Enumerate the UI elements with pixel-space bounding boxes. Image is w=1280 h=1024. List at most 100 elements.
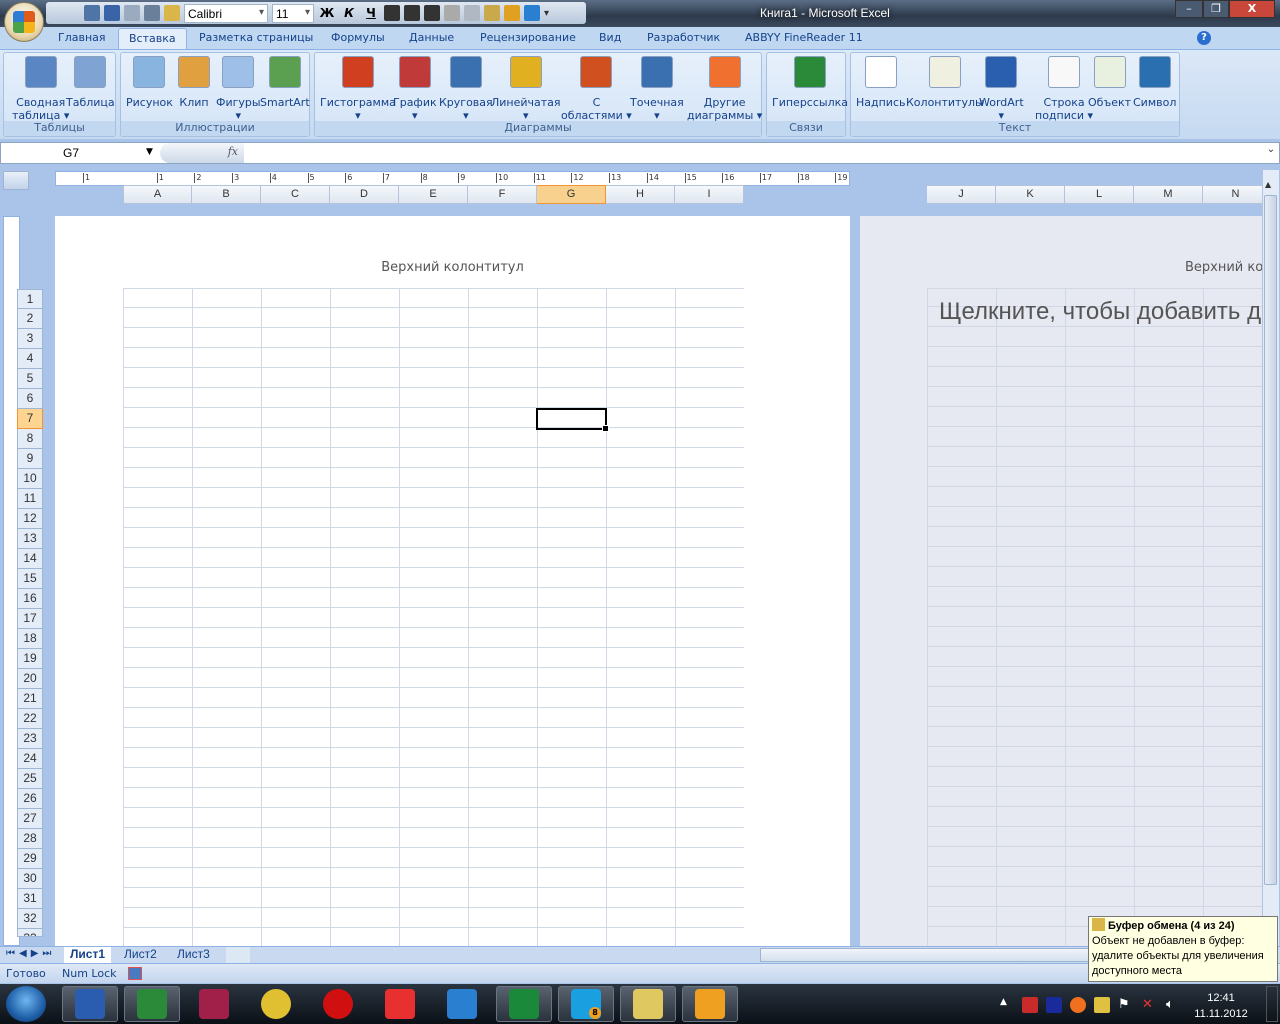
tray-app-icon[interactable]: [1022, 997, 1038, 1013]
tray-network-agent-icon[interactable]: [1046, 997, 1062, 1013]
cell-grid-page-2[interactable]: [927, 288, 1262, 946]
row-header-26[interactable]: 26: [17, 789, 43, 809]
help-icon[interactable]: ?: [1197, 31, 1211, 45]
redo-icon[interactable]: [124, 5, 140, 21]
show-hidden-icons[interactable]: ▲: [1000, 997, 1007, 1007]
column-header-A[interactable]: A: [123, 185, 192, 204]
row-header-21[interactable]: 21: [17, 689, 43, 709]
chart-icon[interactable]: [464, 5, 480, 21]
group-label[interactable]: Связи: [767, 121, 845, 136]
tab-formulas[interactable]: Формулы: [331, 31, 385, 44]
ribbon-button-tables-0[interactable]: Сводная таблица ▾: [12, 56, 69, 122]
vertical-scroll-thumb[interactable]: [1264, 195, 1277, 885]
ribbon-button-charts-6[interactable]: Другие диаграммы ▾: [687, 56, 762, 122]
ribbon-button-links-0[interactable]: Гиперссылка: [772, 56, 848, 109]
taskbar-mail[interactable]: [434, 986, 490, 1022]
font-name-select[interactable]: Calibri: [184, 3, 268, 23]
close-button[interactable]: X: [1229, 0, 1275, 18]
sheet-tab-2[interactable]: Лист2: [118, 947, 163, 963]
row-header-32[interactable]: 32: [17, 909, 43, 929]
ribbon-button-tables-1[interactable]: Таблица: [66, 56, 115, 109]
ribbon-button-charts-1[interactable]: График ▾: [393, 56, 437, 122]
ribbon-button-text-4[interactable]: Объект: [1088, 56, 1131, 109]
select-all-button[interactable]: [3, 171, 29, 190]
row-header-14[interactable]: 14: [17, 549, 43, 569]
row-header-10[interactable]: 10: [17, 469, 43, 489]
italic-button[interactable]: К: [340, 6, 358, 20]
taskbar-chrome[interactable]: [248, 986, 304, 1022]
group-label[interactable]: Таблицы: [4, 121, 115, 136]
tray-folder-icon[interactable]: [1094, 997, 1110, 1013]
group-label[interactable]: Диаграммы: [315, 121, 761, 136]
row-header-13[interactable]: 13: [17, 529, 43, 549]
row-header-20[interactable]: 20: [17, 669, 43, 689]
ribbon-button-text-3[interactable]: Строка подписи ▾: [1035, 56, 1093, 122]
sheet-nav-icons[interactable]: ⏮◀▶⏭: [6, 948, 55, 959]
align-center-icon[interactable]: [404, 5, 420, 21]
row-header-4[interactable]: 4: [17, 349, 43, 369]
ribbon-button-charts-0[interactable]: Гистограмма ▾: [320, 56, 396, 122]
tab-insert[interactable]: Вставка: [118, 28, 187, 51]
add-data-prompt[interactable]: Щелкните, чтобы добавить данные: [939, 298, 1262, 326]
taskbar-yandex[interactable]: [372, 986, 428, 1022]
action-center-flag-icon[interactable]: ⚑: [1118, 997, 1134, 1013]
row-header-15[interactable]: 15: [17, 569, 43, 589]
insert-function-button[interactable]: fx: [160, 143, 244, 163]
ribbon-button-illustrations-2[interactable]: Фигуры ▾: [216, 56, 261, 122]
row-header-28[interactable]: 28: [17, 829, 43, 849]
tab-home[interactable]: Главная: [58, 31, 106, 44]
restore-button[interactable]: ❐: [1203, 0, 1229, 18]
row-header-6[interactable]: 6: [17, 389, 43, 409]
ribbon-button-charts-3[interactable]: Линейчатая ▾: [491, 56, 561, 122]
row-header-3[interactable]: 3: [17, 329, 43, 349]
row-header-18[interactable]: 18: [17, 629, 43, 649]
protect-icon[interactable]: [484, 5, 500, 21]
row-header-29[interactable]: 29: [17, 849, 43, 869]
column-header-N[interactable]: N: [1203, 185, 1269, 204]
taskbar-access[interactable]: [186, 986, 242, 1022]
taskbar-excel[interactable]: [124, 986, 180, 1022]
clock[interactable]: 12:41 11.11.2012: [1190, 990, 1252, 1022]
column-header-C[interactable]: C: [261, 185, 330, 204]
row-header-24[interactable]: 24: [17, 749, 43, 769]
insert-sheet-icon[interactable]: [226, 947, 250, 963]
tab-view[interactable]: Вид: [599, 31, 621, 44]
expand-formula-bar-icon[interactable]: ⌄: [1264, 144, 1278, 162]
sheet-tab-1[interactable]: Лист1: [64, 947, 112, 963]
column-header-B[interactable]: B: [192, 185, 261, 204]
undo-icon[interactable]: [104, 5, 120, 21]
ribbon-button-illustrations-1[interactable]: Клип: [178, 56, 210, 109]
column-header-H[interactable]: H: [606, 185, 675, 204]
column-header-I[interactable]: I: [675, 185, 744, 204]
selected-cell-g7[interactable]: [536, 408, 609, 432]
column-header-M[interactable]: M: [1134, 185, 1203, 204]
row-header-19[interactable]: 19: [17, 649, 43, 669]
row-header-11[interactable]: 11: [17, 489, 43, 509]
ribbon-button-text-5[interactable]: Символ: [1133, 56, 1176, 109]
taskbar-skype[interactable]: 8: [558, 986, 614, 1022]
taskbar-word[interactable]: [62, 986, 118, 1022]
row-header-31[interactable]: 31: [17, 889, 43, 909]
underline-button[interactable]: Ч: [362, 6, 380, 20]
row-header-17[interactable]: 17: [17, 609, 43, 629]
row-header-12[interactable]: 12: [17, 509, 43, 529]
tray-avast-icon[interactable]: [1070, 997, 1086, 1013]
tab-page-layout[interactable]: Разметка страницы: [199, 31, 313, 44]
tab-abbyy[interactable]: ABBYY FineReader 11: [745, 31, 863, 44]
ribbon-button-text-0[interactable]: Надпись: [856, 56, 906, 109]
taskbar-agent[interactable]: [682, 986, 738, 1022]
column-header-G[interactable]: G: [537, 185, 606, 204]
taskbar-explorer[interactable]: [620, 986, 676, 1022]
sheet-tab-3[interactable]: Лист3: [171, 947, 216, 963]
column-header-D[interactable]: D: [330, 185, 399, 204]
row-header-30[interactable]: 30: [17, 869, 43, 889]
tab-data[interactable]: Данные: [409, 31, 454, 44]
row-header-2[interactable]: 2: [17, 309, 43, 329]
group-label[interactable]: Иллюстрации: [121, 121, 309, 136]
show-desktop-button[interactable]: [1266, 986, 1278, 1022]
row-header-9[interactable]: 9: [17, 449, 43, 469]
ribbon-button-charts-2[interactable]: Круговая ▾: [439, 56, 493, 122]
page-header[interactable]: Верхний колонтитул: [55, 260, 850, 275]
volume-icon[interactable]: 🔈︎: [1166, 997, 1182, 1013]
customize-qat-icon[interactable]: ▾: [544, 8, 549, 19]
